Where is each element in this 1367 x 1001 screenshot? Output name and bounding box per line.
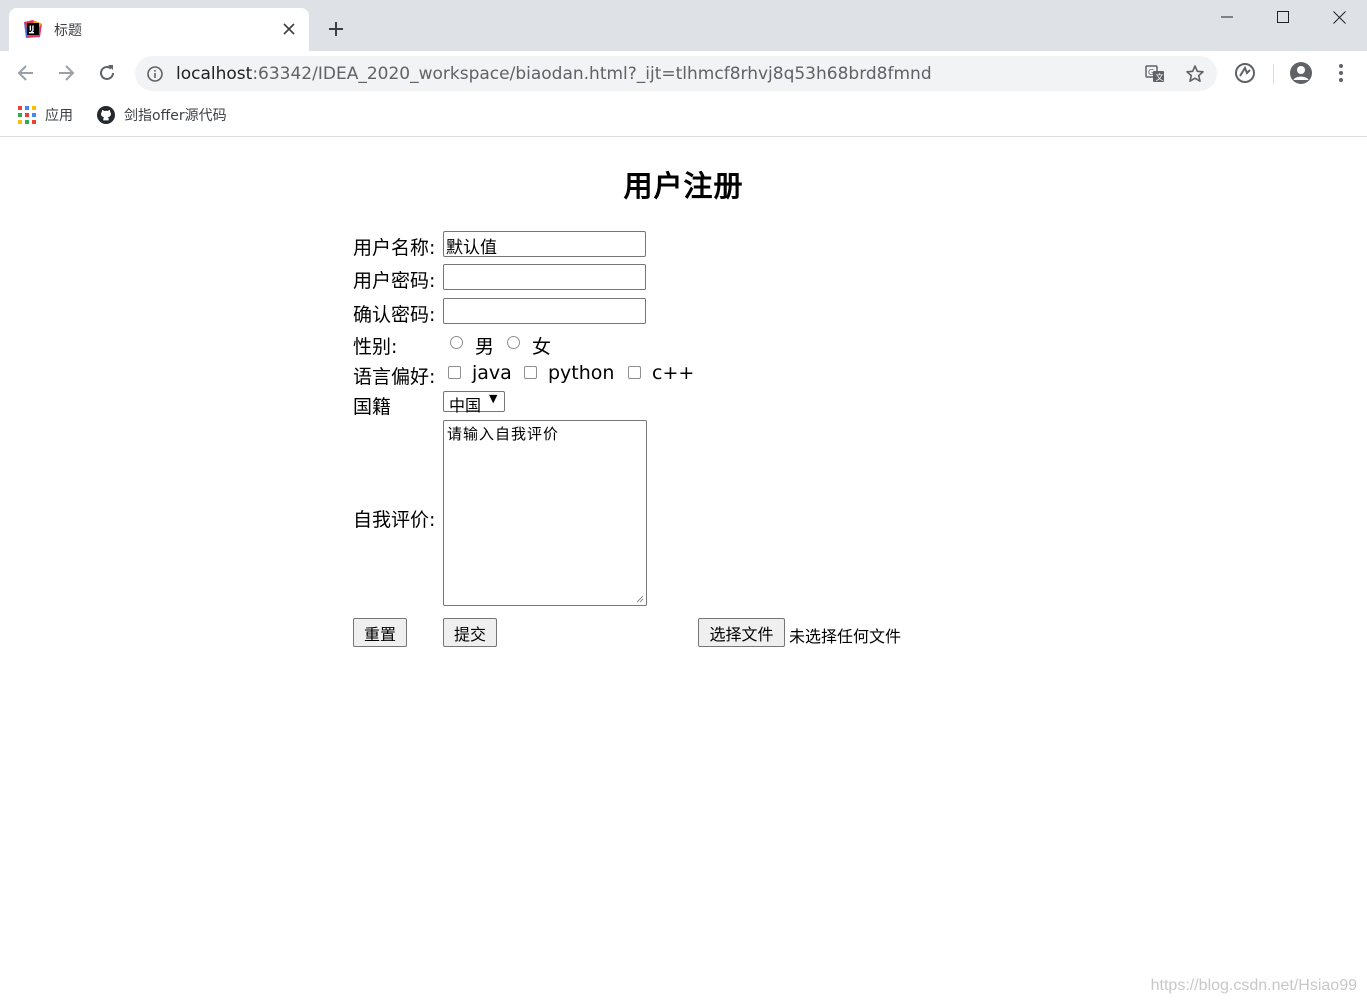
bookmark-apps[interactable]: 应用 bbox=[18, 104, 73, 126]
svg-text:G: G bbox=[1148, 68, 1154, 77]
nationality-select[interactable]: 中国 ▼ bbox=[443, 391, 505, 415]
language-label: 语言偏好: bbox=[353, 366, 436, 388]
choose-file-button[interactable]: 选择文件 bbox=[698, 618, 785, 647]
menu-kebab-icon[interactable] bbox=[1328, 60, 1354, 86]
page-content: 用户注册 用户名称: 默认值 用户密码: 确认密码: 性别: 男 女 语言偏好:… bbox=[0, 137, 1367, 1001]
browser-toolbar: localhost:63342/IDEA_2020_workspace/biao… bbox=[0, 51, 1367, 96]
svg-text:IJ: IJ bbox=[29, 25, 34, 33]
profile-avatar-icon[interactable] bbox=[1288, 60, 1314, 86]
intellij-icon: IJ bbox=[24, 20, 42, 38]
new-tab-icon[interactable] bbox=[325, 18, 347, 40]
lang-option-cpp: c++ bbox=[652, 362, 695, 384]
lang-option-python: python bbox=[548, 362, 615, 384]
translate-icon[interactable]: G文 bbox=[1145, 64, 1165, 84]
gender-option-male: 男 bbox=[475, 336, 495, 358]
browser-tab[interactable]: IJ 标题 bbox=[9, 8, 309, 51]
self-eval-text: 请输入自我评价 bbox=[447, 425, 560, 443]
github-icon bbox=[97, 106, 115, 124]
password-label: 用户密码: bbox=[353, 270, 436, 292]
tab-strip: IJ 标题 bbox=[0, 0, 1367, 51]
extension-icon[interactable] bbox=[1232, 60, 1258, 86]
minimize-icon[interactable] bbox=[1199, 0, 1255, 34]
bookmark-star-icon[interactable] bbox=[1185, 64, 1205, 84]
nationality-selected-value: 中国 bbox=[449, 396, 482, 415]
info-icon[interactable] bbox=[146, 65, 164, 83]
apps-grid-icon bbox=[18, 106, 36, 124]
svg-text:文: 文 bbox=[1156, 72, 1164, 82]
lang-option-java: java bbox=[472, 362, 512, 384]
self-eval-label: 自我评价: bbox=[353, 509, 436, 531]
maximize-icon[interactable] bbox=[1255, 0, 1311, 34]
lang-checkbox-python[interactable] bbox=[524, 366, 537, 379]
close-tab-icon[interactable] bbox=[280, 20, 298, 38]
bookmark-label: 剑指offer源代码 bbox=[124, 108, 227, 124]
bookmark-label: 应用 bbox=[45, 108, 73, 124]
page-title: 用户注册 bbox=[623, 169, 744, 203]
gender-option-female: 女 bbox=[532, 336, 552, 358]
back-arrow-icon[interactable] bbox=[12, 59, 40, 87]
dropdown-arrow-icon: ▼ bbox=[489, 392, 498, 405]
forward-arrow-icon[interactable] bbox=[52, 59, 80, 87]
toolbar-separator bbox=[1273, 64, 1274, 84]
bookmarks-bar: 应用 剑指offer源代码 bbox=[0, 96, 1367, 137]
gender-radio-female[interactable] bbox=[507, 336, 520, 349]
watermark: https://blog.csdn.net/Hsiao99 bbox=[1150, 977, 1357, 994]
lang-checkbox-cpp[interactable] bbox=[628, 366, 641, 379]
resize-grip-icon[interactable] bbox=[634, 593, 644, 603]
reset-button[interactable]: 重置 bbox=[353, 618, 407, 647]
username-input[interactable]: 默认值 bbox=[443, 231, 646, 258]
reload-icon[interactable] bbox=[93, 59, 121, 87]
bookmark-github-offer[interactable]: 剑指offer源代码 bbox=[97, 104, 227, 126]
confirm-password-input[interactable] bbox=[443, 298, 646, 324]
gender-label: 性别: bbox=[353, 336, 398, 358]
confirm-password-label: 确认密码: bbox=[353, 304, 436, 326]
self-eval-textarea[interactable]: 请输入自我评价 bbox=[443, 420, 647, 606]
file-status-text: 未选择任何文件 bbox=[789, 627, 902, 646]
address-bar[interactable]: localhost:63342/IDEA_2020_workspace/biao… bbox=[135, 56, 1217, 91]
lang-checkbox-java[interactable] bbox=[448, 366, 461, 379]
password-input[interactable] bbox=[443, 264, 646, 290]
submit-button[interactable]: 提交 bbox=[443, 618, 497, 647]
gender-radio-male[interactable] bbox=[450, 336, 463, 349]
username-label: 用户名称: bbox=[353, 237, 436, 259]
username-value: 默认值 bbox=[446, 238, 497, 258]
tab-title: 标题 bbox=[54, 23, 82, 39]
close-window-icon[interactable] bbox=[1311, 0, 1367, 34]
url-text[interactable]: localhost:63342/IDEA_2020_workspace/biao… bbox=[176, 64, 932, 84]
nationality-label: 国籍 bbox=[353, 396, 392, 418]
